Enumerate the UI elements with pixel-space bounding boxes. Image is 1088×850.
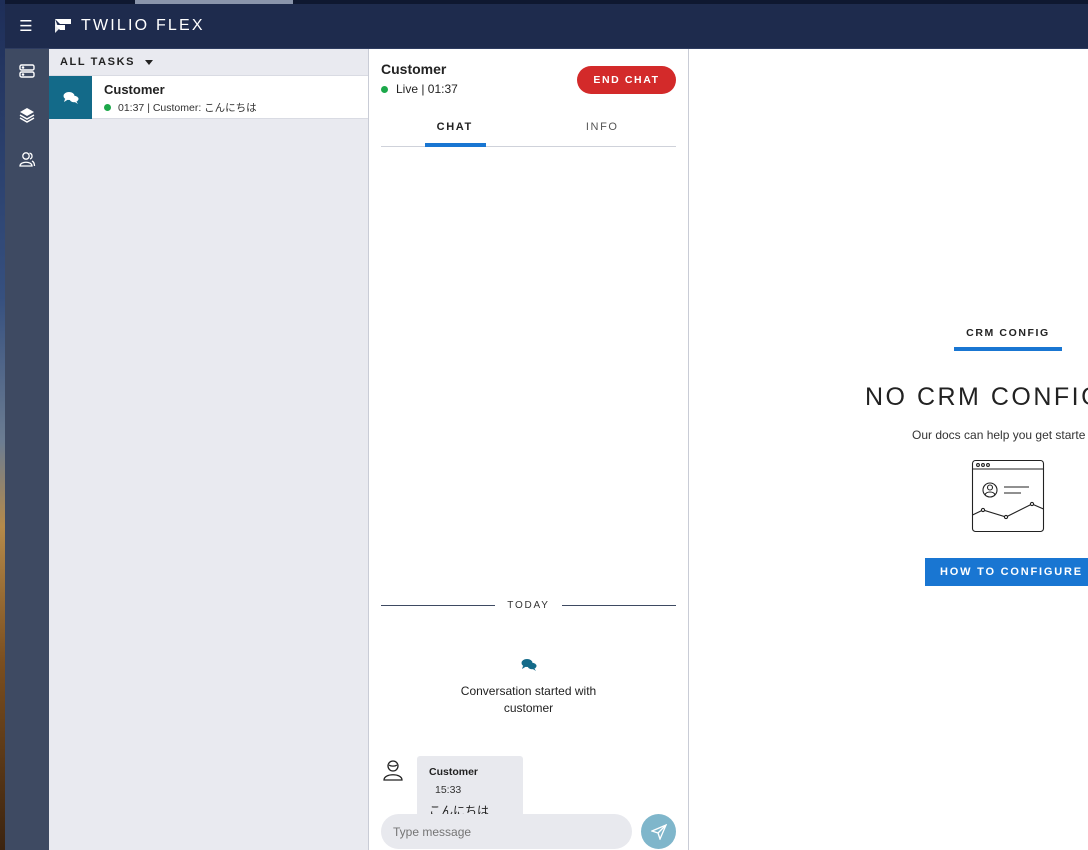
task-filter-label: ALL TASKS (60, 56, 136, 68)
chat-status-text: Live | 01:37 (396, 82, 458, 96)
chat-bubbles-icon (521, 659, 536, 671)
date-divider: TODAY (381, 600, 676, 611)
live-status-dot (381, 85, 388, 93)
chat-status: Live | 01:37 (381, 82, 458, 96)
message-time: 15:33 (435, 784, 462, 796)
nav-item-agent-desktop[interactable] (5, 49, 49, 93)
top-header: ☰ TWILIO FLEX (5, 4, 1088, 49)
twilio-flex-logo (55, 19, 71, 33)
chat-channel-badge (49, 76, 92, 119)
chat-tabs: CHAT INFO (381, 113, 676, 147)
task-customer-name: Customer (104, 82, 165, 97)
message-input[interactable] (381, 814, 632, 849)
avatar (383, 760, 403, 781)
conversation-started-notice: Conversation started with customer (381, 658, 676, 717)
crm-illustration (971, 459, 1045, 533)
conversation-started-text: Conversation started with customer (460, 684, 597, 715)
send-icon (650, 823, 667, 840)
chat-panel: Customer Live | 01:37 END CHAT CHAT INFO… (369, 49, 689, 850)
nav-item-layers[interactable] (5, 93, 49, 137)
user-group-icon (19, 152, 36, 167)
tab-info[interactable]: INFO (529, 113, 677, 146)
task-card[interactable]: Customer 01:37 | Customer: こんにちは (49, 75, 368, 119)
message-author: Customer (429, 766, 479, 778)
side-nav (5, 49, 49, 850)
send-button[interactable] (641, 814, 676, 849)
crm-docs-text: Our docs can help you get starte (912, 428, 1086, 442)
layers-icon (19, 108, 35, 123)
crm-empty-title: NO CRM CONFIGU (865, 383, 1088, 411)
chat-customer-name: Customer (381, 61, 447, 77)
tab-chat[interactable]: CHAT (381, 113, 529, 147)
chat-bubbles-icon (63, 91, 78, 104)
date-divider-label: TODAY (507, 600, 550, 611)
end-chat-button[interactable]: END CHAT (577, 66, 676, 94)
task-status-line: 01:37 | Customer: こんにちは (104, 100, 257, 115)
message-header: Customer 15:33 (429, 762, 511, 798)
task-status-text: 01:37 | Customer: こんにちは (118, 102, 257, 114)
caret-down-icon (145, 59, 154, 65)
nav-item-teams[interactable] (5, 137, 49, 181)
brand-name: TWILIO FLEX (81, 17, 205, 34)
task-info: Customer 01:37 | Customer: こんにちは (92, 76, 257, 118)
tab-crm-config[interactable]: CRM CONFIG (954, 327, 1062, 351)
task-list-panel: ALL TASKS Customer 01:37 | Customer: こんに… (49, 49, 369, 850)
how-to-configure-button[interactable]: HOW TO CONFIGURE (925, 558, 1088, 586)
live-status-dot (104, 104, 111, 111)
crm-panel: CRM CONFIG NO CRM CONFIGU Our docs can h… (689, 49, 1088, 850)
task-filter-dropdown[interactable]: ALL TASKS (49, 49, 368, 75)
app-window: ☰ TWILIO FLEX ALL TASKS Customer 01:37 |… (0, 0, 1088, 850)
chat-header: Customer Live | 01:37 (381, 61, 458, 96)
server-icon (19, 64, 35, 78)
hamburger-icon[interactable]: ☰ (5, 4, 47, 49)
